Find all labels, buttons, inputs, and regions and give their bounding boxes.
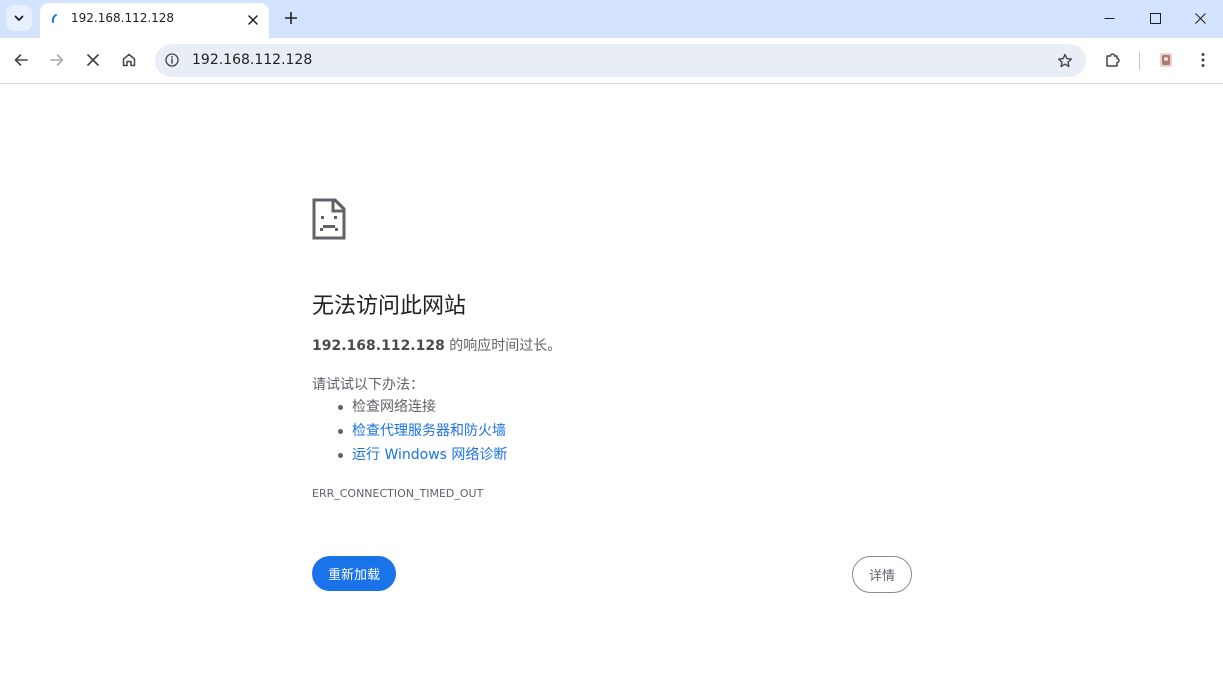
chevron-down-icon [14, 15, 24, 21]
sad-document-icon [312, 198, 346, 240]
stop-button[interactable] [79, 46, 107, 74]
close-icon [1194, 12, 1206, 24]
home-button[interactable] [115, 46, 143, 74]
suggestion-check-network: 检查网络连接 [312, 395, 507, 419]
error-title: 无法访问此网站 [312, 294, 467, 319]
error-description: 192.168.112.128 的响应时间过长。 [312, 335, 561, 355]
extensions-button[interactable] [1099, 46, 1127, 74]
maximize-icon [1149, 12, 1161, 24]
puzzle-icon [1106, 53, 1120, 67]
close-icon [248, 15, 258, 25]
menu-button[interactable] [1189, 46, 1217, 74]
profile-button[interactable] [1152, 46, 1180, 74]
suggestions-heading: 请试试以下办法： [312, 377, 424, 393]
toolbar-separator [1139, 52, 1140, 70]
back-button[interactable] [7, 46, 35, 74]
new-tab-button[interactable] [280, 7, 302, 29]
site-info-button[interactable] [163, 51, 181, 69]
minimize-button[interactable] [1086, 0, 1132, 36]
tab-active[interactable]: 192.168.112.128 [40, 3, 269, 38]
tab-title: 192.168.112.128 [71, 11, 175, 25]
error-host: 192.168.112.128 [312, 338, 445, 354]
window-close-button[interactable] [1177, 0, 1223, 36]
home-icon [122, 53, 136, 67]
url-text[interactable]: 192.168.112.128 [192, 52, 312, 68]
reload-button[interactable]: 重新加载 [312, 556, 396, 591]
tab-close-button[interactable] [243, 10, 263, 30]
minimize-icon [1104, 17, 1114, 19]
error-description-text: 的响应时间过长。 [444, 338, 562, 354]
arrow-right-icon [50, 54, 64, 66]
kebab-menu-icon [1201, 53, 1205, 67]
details-button[interactable]: 详情 [852, 556, 912, 593]
tab-strip: 192.168.112.128 [0, 0, 1223, 38]
suggestion-check-proxy-firewall-link[interactable]: 检查代理服务器和防火墙 [312, 419, 507, 443]
arrow-left-icon [14, 54, 28, 66]
star-icon [1058, 53, 1072, 68]
avatar-icon [1160, 53, 1172, 67]
spinner-icon [51, 14, 57, 23]
suggestions-list: 检查网络连接 检查代理服务器和防火墙 运行 Windows 网络诊断 [312, 395, 507, 467]
close-icon [87, 54, 99, 66]
error-page: 无法访问此网站 192.168.112.128 的响应时间过长。 请试试以下办法… [0, 85, 1223, 679]
info-icon [165, 53, 179, 67]
plus-icon [285, 12, 297, 24]
tab-search-button[interactable] [6, 5, 32, 31]
browser-toolbar: 192.168.112.128 [0, 38, 1223, 84]
suggestion-windows-diagnostics-link[interactable]: 运行 Windows 网络诊断 [312, 443, 507, 467]
forward-button[interactable] [43, 46, 71, 74]
error-code: ERR_CONNECTION_TIMED_OUT [312, 487, 484, 500]
address-bar[interactable]: 192.168.112.128 [155, 44, 1086, 77]
bookmark-button[interactable] [1054, 50, 1076, 72]
maximize-button[interactable] [1132, 0, 1178, 36]
